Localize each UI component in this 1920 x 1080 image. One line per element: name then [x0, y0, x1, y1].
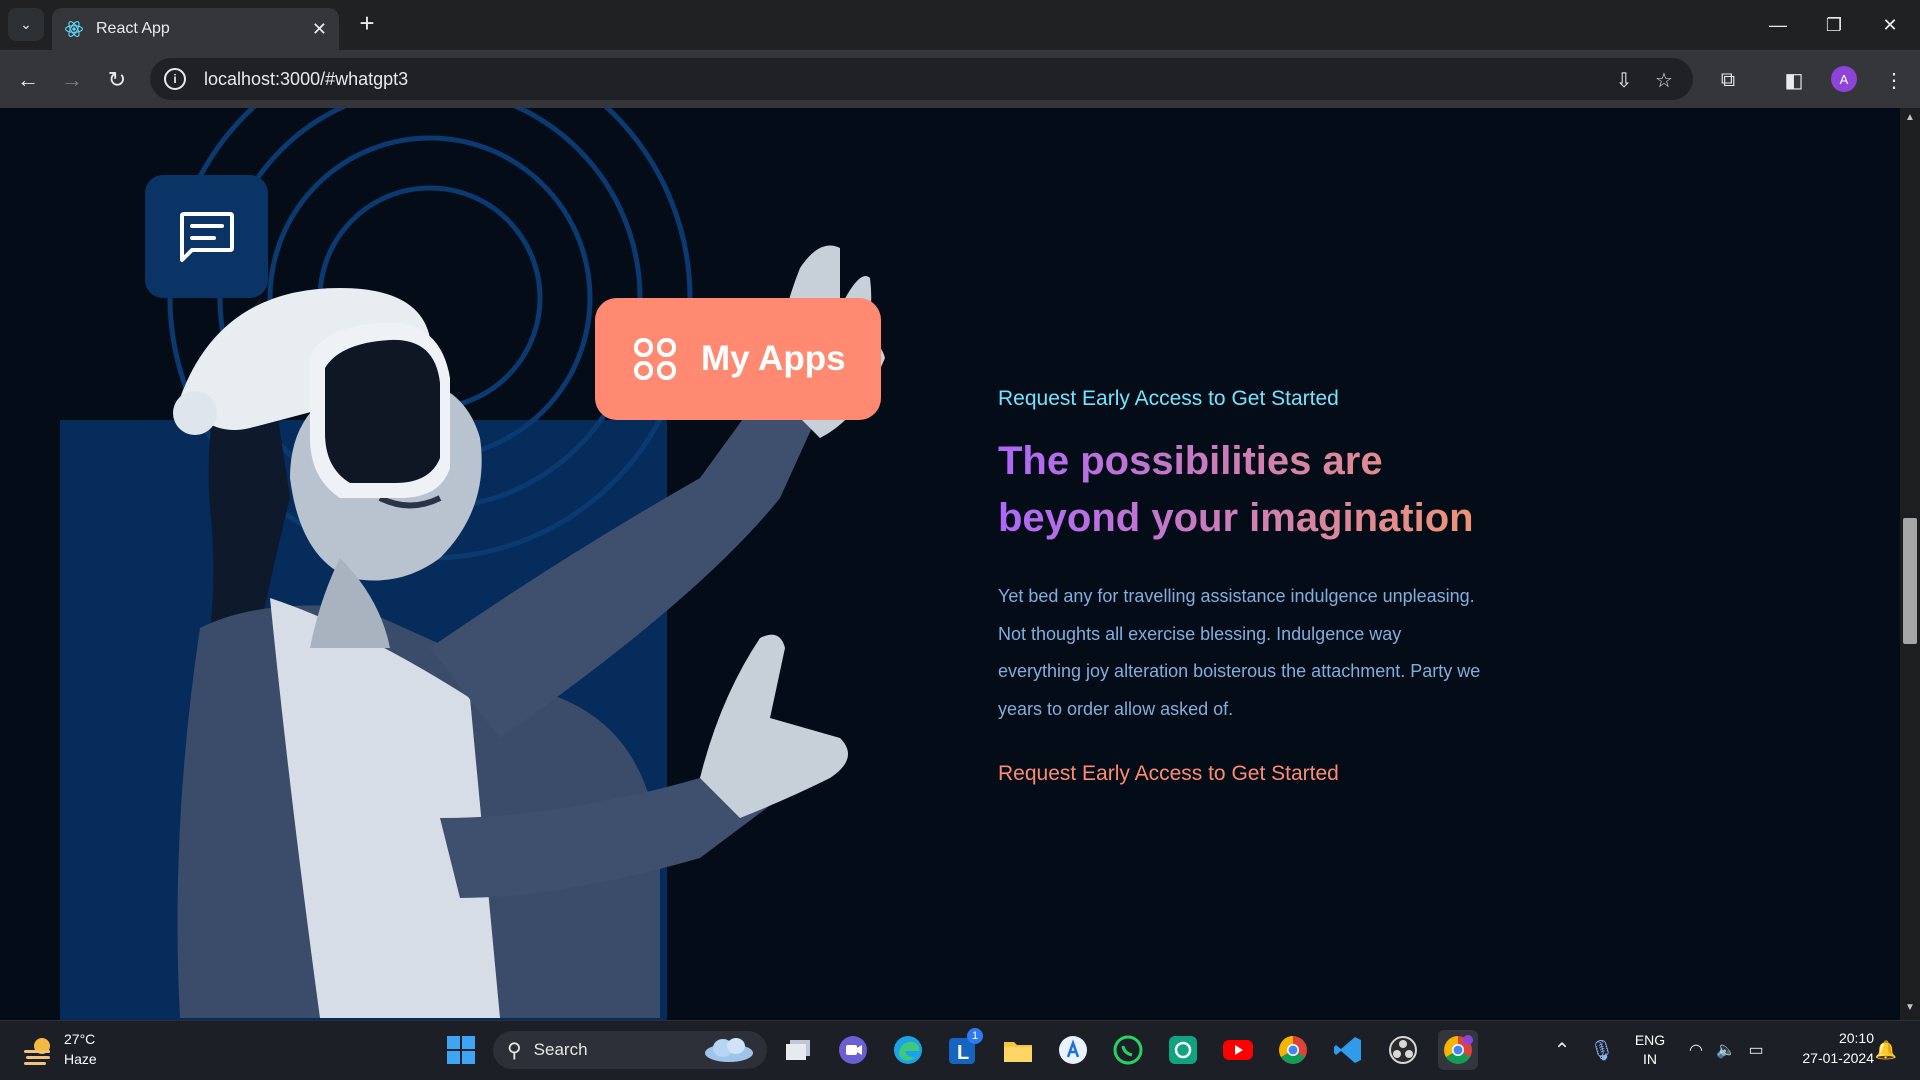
install-app-icon[interactable]: ⇩ — [1608, 64, 1640, 96]
reload-button[interactable]: ↻ — [101, 64, 133, 96]
close-window-button[interactable]: ✕ — [1862, 0, 1918, 50]
scroll-up-arrow[interactable]: ▲ — [1900, 112, 1920, 128]
arrow-left-icon: ← — [17, 67, 39, 92]
browser-tab[interactable]: React App ✕ — [52, 8, 339, 50]
apps-grid-icon — [634, 338, 676, 380]
search-label: Search — [533, 1040, 588, 1059]
notification-bell-icon[interactable]: 🔔 — [1870, 1034, 1902, 1066]
scroll-down-arrow[interactable]: ▼ — [1900, 1002, 1920, 1018]
obs-icon[interactable] — [1383, 1030, 1423, 1070]
chat-message-icon — [179, 211, 234, 262]
request-access-link[interactable]: Request Early Access to Get Started — [998, 762, 1339, 786]
weather-haze-icon[interactable] — [20, 1032, 56, 1068]
notification-badge: 1 — [967, 1028, 983, 1044]
vscode-icon[interactable] — [1328, 1030, 1368, 1070]
site-info-icon[interactable]: i — [164, 68, 186, 90]
menu-kebab-icon[interactable]: ⋮ — [1878, 64, 1910, 96]
chrome-profile-icon[interactable] — [1438, 1030, 1478, 1070]
tab-search-dropdown[interactable]: ⌄ — [8, 8, 44, 41]
search-icon: ⚲ — [507, 1039, 522, 1062]
chrome-icon[interactable] — [1273, 1030, 1313, 1070]
chatgpt-icon[interactable] — [1163, 1030, 1203, 1070]
tab-title: React App — [96, 20, 170, 37]
address-bar[interactable]: i localhost:3000/#whatgpt3 — [150, 58, 1693, 100]
teams-meet-icon[interactable] — [833, 1030, 873, 1070]
chat-feature-tile — [145, 175, 268, 298]
file-explorer-icon[interactable] — [998, 1030, 1038, 1070]
close-tab-icon[interactable]: ✕ — [312, 19, 327, 40]
arrow-right-icon: → — [61, 67, 83, 92]
restore-button[interactable]: ❐ — [1806, 0, 1862, 50]
youtube-icon[interactable] — [1218, 1030, 1258, 1070]
profile-avatar[interactable]: A — [1831, 66, 1857, 92]
page-viewport: My Apps Request Early Access to Get Star… — [0, 108, 1900, 1020]
cloud-decoration-icon — [705, 1038, 753, 1062]
minimize-button[interactable]: — — [1750, 0, 1806, 50]
my-apps-label: My Apps — [701, 339, 846, 378]
svg-text:L: L — [957, 1042, 969, 1064]
show-hidden-icons-chevron[interactable]: ⌃ — [1546, 1034, 1578, 1066]
react-logo-icon — [65, 21, 83, 37]
url-text: localhost:3000/#whatgpt3 — [204, 68, 409, 89]
task-view-icon[interactable] — [778, 1030, 818, 1070]
windows-logo-icon — [447, 1036, 475, 1064]
clock-date[interactable]: 27-01-2024 — [1780, 1050, 1874, 1066]
forward-button[interactable]: → — [56, 64, 88, 96]
side-panel-icon[interactable]: ◧ — [1778, 64, 1810, 96]
language-indicator-bottom[interactable]: IN — [1630, 1051, 1670, 1067]
edge-browser-icon[interactable] — [888, 1030, 928, 1070]
new-tab-button[interactable]: + — [353, 10, 381, 38]
windows-start-button[interactable] — [441, 1030, 481, 1070]
language-indicator-top[interactable]: ENG — [1630, 1032, 1670, 1048]
my-apps-badge: My Apps — [595, 298, 881, 420]
taskbar-search[interactable]: ⚲ Search — [493, 1031, 767, 1069]
section-subtitle: Request Early Access to Get Started — [998, 387, 1339, 410]
weather-temperature[interactable]: 27°C — [64, 1031, 95, 1047]
reload-icon: ↻ — [107, 67, 127, 92]
section-body: Yet bed any for travelling assistance in… — [998, 586, 1481, 719]
scrollbar-thumb[interactable] — [1903, 518, 1917, 644]
volume-icon[interactable]: 🔈 — [1710, 1034, 1742, 1066]
clock-time[interactable]: 20:10 — [1780, 1030, 1874, 1046]
section-heading: The possibilities are beyond your imagin… — [998, 433, 1518, 547]
chevron-down-icon: ⌄ — [20, 16, 32, 32]
wifi-icon[interactable]: ◠ — [1680, 1034, 1712, 1066]
extensions-icon[interactable]: ⧉ — [1712, 64, 1744, 96]
bookmark-star-icon[interactable]: ☆ — [1648, 64, 1680, 96]
battery-icon[interactable]: ▭ — [1740, 1034, 1772, 1066]
l-app-icon[interactable]: L 1 — [943, 1028, 983, 1070]
app-store-icon[interactable] — [1053, 1030, 1093, 1070]
microphone-icon[interactable]: 🎙 — [1586, 1034, 1618, 1066]
weather-description[interactable]: Haze — [64, 1051, 97, 1067]
whatsapp-icon[interactable] — [1108, 1030, 1148, 1070]
back-button[interactable]: ← — [12, 64, 44, 96]
